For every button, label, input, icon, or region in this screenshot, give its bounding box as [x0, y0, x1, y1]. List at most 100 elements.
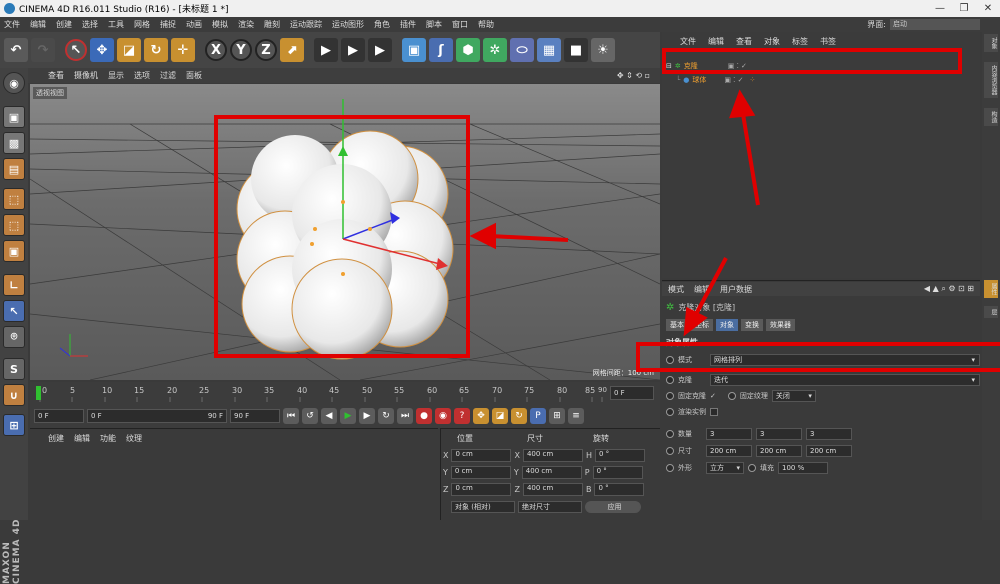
obj-menu-view[interactable]: 查看 [736, 36, 752, 48]
live-select-icon[interactable]: ↖ [65, 39, 87, 61]
texture-mode-icon[interactable]: ▩ [3, 132, 25, 154]
mat-menu-edit[interactable]: 编辑 [74, 433, 90, 444]
rot-p-field[interactable]: 0 ° [592, 466, 643, 479]
shape-anim-icon[interactable] [666, 464, 674, 472]
pos-z-field[interactable]: 0 cm [451, 483, 512, 496]
make-editable-icon[interactable]: ◉ [3, 72, 25, 94]
close-button[interactable]: ✕ [976, 3, 1000, 14]
y-axis-icon[interactable]: Y [230, 39, 252, 61]
key-rotation-icon[interactable]: ↻ [511, 408, 527, 424]
rotate-icon[interactable]: ↻ [144, 38, 168, 62]
count-x-field[interactable]: 3 [706, 428, 752, 440]
tab-effectors[interactable]: 效果器 [766, 319, 795, 331]
size-anim-icon[interactable] [666, 447, 674, 455]
apply-button[interactable]: 应用 [585, 501, 641, 513]
vp-menu-camera[interactable]: 摄像机 [74, 70, 98, 81]
menu-create[interactable]: 创建 [56, 19, 72, 30]
recent-tool-icon[interactable]: ✛ [171, 38, 195, 62]
menu-animate[interactable]: 动画 [186, 19, 202, 30]
menu-help[interactable]: 帮助 [478, 19, 494, 30]
vp-menu-panel[interactable]: 面板 [186, 70, 202, 81]
floor-icon[interactable]: ▦ [537, 38, 561, 62]
mat-menu-texture[interactable]: 纹理 [126, 433, 142, 444]
count-y-field[interactable]: 3 [756, 428, 802, 440]
keyframe-selection-icon[interactable]: ? [454, 408, 470, 424]
maximize-button[interactable]: ❐ [952, 3, 976, 14]
side-tab-layers[interactable]: 层 [984, 306, 998, 318]
size-x-field[interactable]: 200 cm [706, 445, 752, 457]
size-x-field[interactable]: 400 cm [522, 449, 583, 462]
clone-dropdown[interactable]: 迭代 ▾ [710, 374, 980, 386]
pos-x-field[interactable]: 0 cm [451, 449, 512, 462]
enable-snap-icon[interactable]: S [3, 358, 25, 380]
undo-icon[interactable]: ↶ [4, 38, 28, 62]
menu-motion-tracking[interactable]: 运动跟踪 [290, 19, 322, 30]
tab-transform[interactable]: 变换 [741, 319, 763, 331]
autokey-icon[interactable]: ◉ [435, 408, 451, 424]
spline-pen-icon[interactable]: ʃ [429, 38, 453, 62]
size-y-field[interactable]: 400 cm [521, 466, 582, 479]
key-position-icon[interactable]: ✥ [473, 408, 489, 424]
tab-basic[interactable]: 基本 [666, 319, 688, 331]
playhead[interactable] [36, 386, 41, 400]
attr-menu-edit[interactable]: 编辑 [694, 284, 710, 295]
size-mode-dropdown[interactable]: 绝对尺寸 [518, 501, 582, 513]
vp-menu-options[interactable]: 选项 [134, 70, 150, 81]
fill-field[interactable]: 100 % [778, 462, 828, 474]
count-z-field[interactable]: 3 [806, 428, 852, 440]
record-icon[interactable]: ● [416, 408, 432, 424]
goto-end-icon[interactable]: ⏭ [397, 408, 413, 424]
menu-edit[interactable]: 编辑 [30, 19, 46, 30]
size-y-field[interactable]: 200 cm [756, 445, 802, 457]
menu-tools[interactable]: 工具 [108, 19, 124, 30]
key-pla-icon[interactable]: ⊞ [549, 408, 565, 424]
preview-range-slider[interactable]: 0 F 90 F [87, 409, 227, 423]
end-frame-field[interactable]: 90 F [230, 409, 280, 423]
current-frame-field[interactable]: 0 F [610, 386, 654, 400]
side-tab-content-browser[interactable]: 内容浏览器 [984, 62, 998, 98]
vp-menu-filter[interactable]: 过滤 [160, 70, 176, 81]
redo-icon[interactable]: ↷ [31, 38, 55, 62]
viewport-nav-icons[interactable]: ✥ ⇕ ⟲ ▫ [617, 71, 650, 80]
minimize-button[interactable]: — [928, 3, 952, 14]
model-mode-icon[interactable]: ▣ [3, 106, 25, 128]
key-scale-icon[interactable]: ◪ [492, 408, 508, 424]
menu-character[interactable]: 角色 [374, 19, 390, 30]
shape-dropdown[interactable]: 立方 ▾ [706, 462, 744, 474]
render-picture-viewer-icon[interactable]: ▶ [341, 38, 365, 62]
obj-menu-bookmarks[interactable]: 书签 [820, 36, 836, 48]
render-instance-anim-icon[interactable] [666, 408, 674, 416]
visibility-toggle-icon[interactable]: ▣ ⁚ ✓ [724, 76, 743, 84]
lock-workplane-icon[interactable]: ⊞ [3, 414, 25, 436]
menu-simulate[interactable]: 模拟 [212, 19, 228, 30]
count-anim-icon[interactable] [666, 430, 674, 438]
menu-file[interactable]: 文件 [4, 19, 20, 30]
fix-texture-anim-icon[interactable] [727, 392, 736, 400]
side-tab-attributes[interactable]: 属性 [984, 280, 998, 298]
render-instance-checkbox[interactable] [710, 408, 718, 416]
timeline-menu-icon[interactable]: ≡ [568, 408, 584, 424]
subdivision-surface-icon[interactable]: ⬢ [456, 38, 480, 62]
key-parameter-icon[interactable]: P [530, 408, 546, 424]
menu-sculpt[interactable]: 雕刻 [264, 19, 280, 30]
tab-coord[interactable]: 坐标 [691, 319, 713, 331]
menu-mograph[interactable]: 运动图形 [332, 19, 364, 30]
mat-menu-create[interactable]: 创建 [48, 433, 64, 444]
size-z-field[interactable]: 400 cm [522, 483, 583, 496]
snap-icon[interactable]: ⌾ [3, 326, 25, 348]
next-frame-icon[interactable]: ▶ [359, 408, 375, 424]
workplane-mode-icon[interactable]: ▤ [3, 158, 25, 180]
menu-plugins[interactable]: 插件 [400, 19, 416, 30]
mat-menu-function[interactable]: 功能 [100, 433, 116, 444]
cube-icon[interactable]: ▣ [402, 38, 426, 62]
side-tab-objects[interactable]: 对象 [984, 34, 998, 52]
timeline[interactable]: 0 5 10 15 20 25 30 35 40 45 50 55 60 65 … [30, 382, 660, 404]
fix-clone-checkbox[interactable]: ✓ [710, 392, 716, 400]
light-icon[interactable]: ☀ [591, 38, 615, 62]
goto-start-icon[interactable]: ⏮ [283, 408, 299, 424]
layout-dropdown[interactable]: 启动 [890, 19, 980, 30]
material-manager[interactable]: 创建 编辑 功能 纹理 [30, 428, 438, 520]
attr-menu-userdata[interactable]: 用户数据 [720, 284, 752, 295]
tab-object[interactable]: 对象 [716, 319, 738, 331]
obj-menu-file[interactable]: 文件 [680, 36, 696, 48]
